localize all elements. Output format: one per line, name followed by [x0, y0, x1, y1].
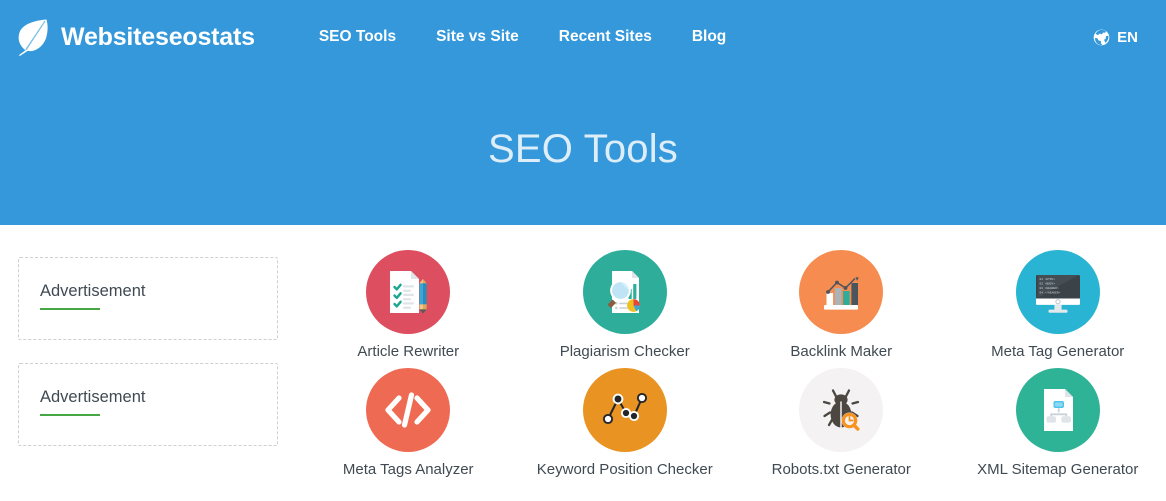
line-graph-nodes-icon [582, 368, 667, 452]
brand-logo-link[interactable]: Websiteseostats [16, 18, 255, 56]
sitemap-document-icon [1015, 368, 1100, 452]
advertisement-slot-1: Advertisement [18, 257, 278, 340]
tool-card-robots-txt-generator[interactable]: Robots.txt Generator [733, 368, 950, 486]
page-title: SEO Tools [487, 127, 679, 171]
leaf-icon [16, 18, 50, 56]
svg-text:01 <HTML>: 01 <HTML> [1039, 277, 1055, 281]
advertisement-label: Advertisement [40, 282, 146, 300]
navbar: Websiteseostats SEO Tools Site vs Site R… [0, 0, 1166, 74]
nav-item: Site vs Site [416, 22, 539, 52]
tool-card-meta-tag-generator[interactable]: 01 <HTML> 02 <BODY> 03 <HEADER> 04 </HEA… [950, 250, 1166, 368]
globe-icon [1093, 29, 1110, 46]
growth-bar-chart-icon [799, 250, 884, 334]
tool-label: XML Sitemap Generator [977, 461, 1139, 478]
tool-card-plagiarism-checker[interactable]: Plagiarism Checker [517, 250, 734, 368]
nav-item: Blog [672, 22, 746, 52]
tool-label: Robots.txt Generator [771, 461, 911, 478]
nav-link-recent-sites[interactable]: Recent Sites [539, 22, 672, 52]
blue-banner: Websiteseostats SEO Tools Site vs Site R… [0, 0, 1166, 225]
tool-card-xml-sitemap-generator[interactable]: XML Sitemap Generator [950, 368, 1166, 486]
nav-link-blog[interactable]: Blog [672, 22, 746, 52]
nav-item: SEO Tools [299, 22, 416, 52]
svg-text:04 </HEADER>: 04 </HEADER> [1039, 290, 1060, 294]
tool-label: Backlink Maker [790, 343, 893, 360]
advertisement-slot-2: Advertisement [18, 363, 278, 446]
language-selector[interactable]: EN [1083, 23, 1148, 52]
tool-card-backlink-maker[interactable]: Backlink Maker [733, 250, 950, 368]
content-area: Advertisement Advertisement Article Rewr… [0, 225, 1166, 501]
tool-label: Keyword Position Checker [536, 461, 713, 478]
magnifier-report-icon [582, 250, 667, 334]
tool-card-keyword-position-checker[interactable]: Keyword Position Checker [517, 368, 734, 486]
code-brackets-icon [366, 368, 451, 452]
tool-card-meta-tags-analyzer[interactable]: Meta Tags Analyzer [300, 368, 517, 486]
bug-magnifier-icon [799, 368, 884, 452]
tool-label: Plagiarism Checker [559, 343, 690, 360]
advertisement-underline [40, 308, 100, 310]
tool-label: Article Rewriter [357, 343, 460, 360]
advertisement-label: Advertisement [40, 388, 146, 406]
nav-item: Recent Sites [539, 22, 672, 52]
checklist-document-pencil-icon [366, 250, 451, 334]
advertisement-underline [40, 414, 100, 416]
primary-nav: SEO Tools Site vs Site Recent Sites Blog [299, 22, 746, 52]
tools-grid: Article Rewriter Plagiarism Checker Back… [300, 225, 1166, 501]
brand-name: Websiteseostats [61, 22, 255, 51]
tool-label: Meta Tags Analyzer [342, 461, 474, 478]
nav-link-site-vs-site[interactable]: Site vs Site [416, 22, 539, 52]
tool-label: Meta Tag Generator [991, 343, 1125, 360]
sidebar-advertisements: Advertisement Advertisement [0, 225, 300, 501]
hero-section: SEO Tools [0, 74, 1166, 225]
language-label: EN [1117, 28, 1138, 46]
svg-text:03 <HEADER>: 03 <HEADER> [1039, 286, 1058, 290]
monitor-code-icon: 01 <HTML> 02 <BODY> 03 <HEADER> 04 </HEA… [1015, 250, 1100, 334]
nav-link-seo-tools[interactable]: SEO Tools [299, 22, 416, 52]
svg-text:02 <BODY>: 02 <BODY> [1039, 282, 1055, 286]
tool-card-article-rewriter[interactable]: Article Rewriter [300, 250, 517, 368]
